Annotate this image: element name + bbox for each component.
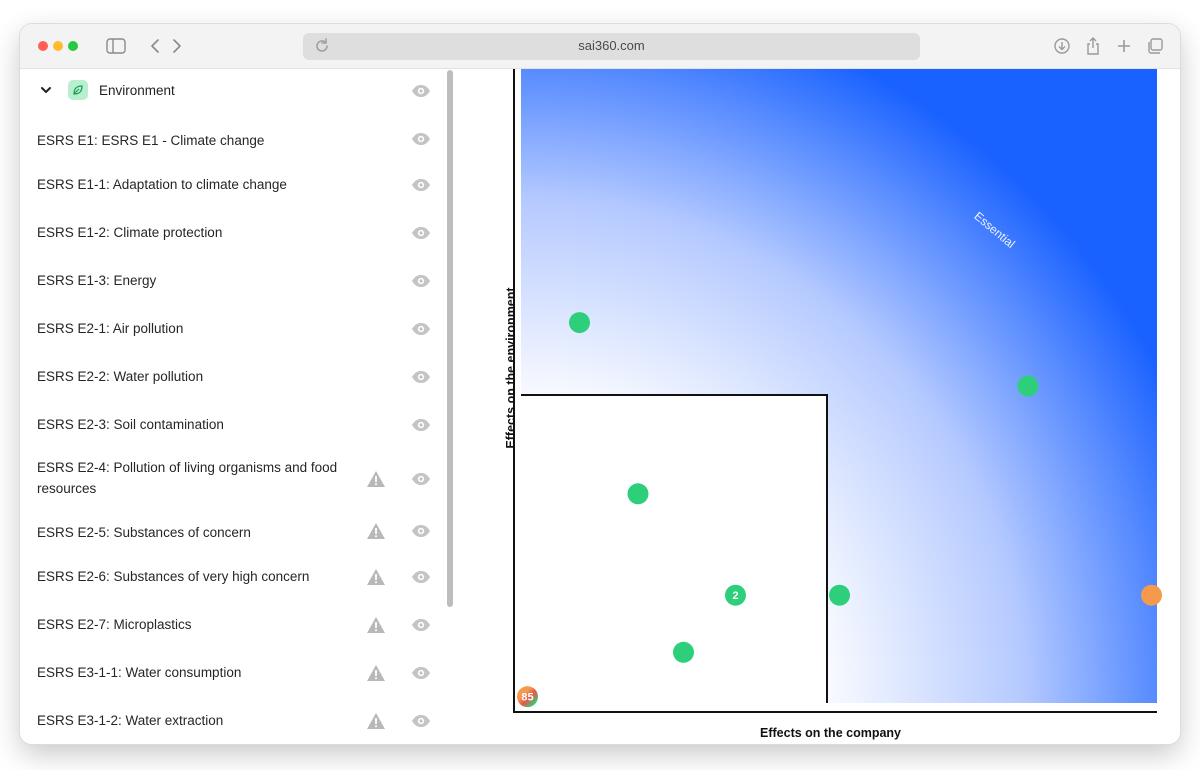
data-point-marker[interactable]	[627, 483, 649, 505]
eye-icon[interactable]	[411, 714, 431, 728]
topic-label: ESRS E2-6: Substances of very high conce…	[37, 569, 310, 584]
data-point[interactable]	[1141, 584, 1162, 606]
leaf-icon	[68, 80, 88, 100]
topic-label: ESRS E1: ESRS E1 - Climate change	[37, 133, 265, 148]
warning-icon	[366, 712, 386, 730]
data-point-marker[interactable]	[1141, 584, 1162, 606]
sidebar-topic-item[interactable]: ESRS E1-1: Adaptation to climate change	[20, 161, 440, 209]
maximize-window-button[interactable]	[68, 41, 78, 51]
eye-icon[interactable]	[411, 570, 431, 584]
eye-icon[interactable]	[411, 84, 431, 98]
sidebar-topic-item[interactable]: ESRS E2-3: Soil contamination	[20, 401, 440, 449]
sidebar-topic-item[interactable]: ESRS E3-1-2: Water extraction	[20, 697, 440, 744]
warning-icon	[366, 470, 386, 488]
sidebar-toggle-icon[interactable]	[104, 32, 128, 60]
data-point[interactable]: 2	[725, 584, 746, 606]
sidebar-topic-item[interactable]: ESRS E1: ESRS E1 - Climate change	[20, 117, 440, 161]
eye-icon[interactable]	[411, 178, 431, 192]
browser-window: sai360.com Environment ESRS E1: ESRS E1 …	[20, 24, 1180, 744]
download-icon[interactable]	[1052, 32, 1072, 60]
sidebar-topic-item[interactable]: ESRS E1-3: Energy	[20, 257, 440, 305]
sidebar-topic-item[interactable]: ESRS E2-5: Substances of concern	[20, 509, 440, 553]
data-point-label: 2	[732, 590, 738, 602]
data-point[interactable]	[569, 312, 590, 334]
sidebar-topic-item[interactable]: ESRS E2-1: Air pollution	[20, 305, 440, 353]
eye-icon[interactable]	[411, 666, 431, 680]
data-point-label: 85	[521, 692, 533, 704]
topic-label: ESRS E2-7: Microplastics	[37, 617, 192, 632]
matrix-svg: Essential 285	[513, 69, 1162, 713]
address-bar[interactable]: sai360.com	[303, 33, 920, 60]
section-title: Environment	[99, 83, 175, 98]
forward-icon[interactable]	[168, 32, 186, 60]
new-tab-icon[interactable]	[1114, 32, 1134, 60]
data-point-marker[interactable]	[829, 584, 850, 606]
data-point[interactable]: 85	[517, 686, 538, 708]
data-point-marker[interactable]	[569, 312, 590, 334]
sidebar-topic-item[interactable]: ESRS E2-2: Water pollution	[20, 353, 440, 401]
data-point[interactable]	[673, 641, 694, 663]
eye-icon[interactable]	[411, 418, 431, 432]
eye-icon[interactable]	[411, 472, 431, 486]
topic-label: ESRS E1-3: Energy	[37, 273, 157, 288]
topic-label: ESRS E3-1-2: Water extraction	[37, 713, 224, 728]
topic-label: ESRS E1-2: Climate protection	[37, 225, 223, 240]
chevron-down-icon[interactable]	[40, 83, 52, 101]
warning-icon	[366, 568, 386, 586]
eye-icon[interactable]	[411, 618, 431, 632]
eye-icon[interactable]	[411, 524, 431, 538]
topic-label: ESRS E2-1: Air pollution	[37, 321, 184, 336]
eye-icon[interactable]	[411, 322, 431, 336]
materiality-matrix: Essential 2 85 Effects on the company Eff…	[455, 69, 1180, 744]
topic-label: ESRS E2-3: Soil contamination	[37, 417, 224, 432]
topic-label: ESRS E2-4: Pollution of living organisms…	[37, 460, 338, 496]
eye-icon[interactable]	[411, 370, 431, 384]
sidebar-topic-item[interactable]: ESRS E2-7: Microplastics	[20, 601, 440, 649]
topic-label: ESRS E1-1: Adaptation to climate change	[37, 177, 287, 192]
eye-icon[interactable]	[411, 132, 431, 146]
share-icon[interactable]	[1083, 32, 1103, 60]
tab-overview-icon[interactable]	[1145, 32, 1165, 60]
topic-label: ESRS E2-2: Water pollution	[37, 369, 204, 384]
browser-toolbar: sai360.com	[20, 24, 1180, 69]
topic-label: ESRS E2-5: Substances of concern	[37, 525, 251, 540]
sidebar-topic-item[interactable]: ESRS E3-1-1: Water consumption	[20, 649, 440, 697]
url-text: sai360.com	[578, 38, 645, 53]
data-point[interactable]	[1017, 375, 1039, 397]
warning-icon	[366, 616, 386, 634]
topic-label: ESRS E3-1-1: Water consumption	[37, 665, 242, 680]
close-window-button[interactable]	[38, 41, 48, 51]
back-icon[interactable]	[146, 32, 164, 60]
minimize-window-button[interactable]	[53, 41, 63, 51]
warning-icon	[366, 522, 386, 540]
data-point-marker[interactable]	[1017, 375, 1039, 397]
sidebar-topic-item[interactable]: ESRS E2-4: Pollution of living organisms…	[20, 449, 440, 509]
x-axis-title: Effects on the company	[760, 726, 901, 740]
data-point[interactable]	[627, 483, 649, 505]
y-axis-title: Effects on the environment	[504, 287, 518, 449]
section-header-environment[interactable]: Environment	[20, 69, 440, 113]
data-point[interactable]	[829, 584, 850, 606]
data-point-marker[interactable]	[673, 641, 694, 663]
low-materiality-region	[521, 395, 827, 703]
topic-sidebar: Environment ESRS E1: ESRS E1 - Climate c…	[20, 69, 454, 744]
sidebar-scrollbar[interactable]	[447, 70, 453, 607]
eye-icon[interactable]	[411, 274, 431, 288]
eye-icon[interactable]	[411, 226, 431, 240]
warning-icon	[366, 664, 386, 682]
sidebar-topic-item[interactable]: ESRS E1-2: Climate protection	[20, 209, 440, 257]
sidebar-topic-item[interactable]: ESRS E2-6: Substances of very high conce…	[20, 553, 440, 601]
